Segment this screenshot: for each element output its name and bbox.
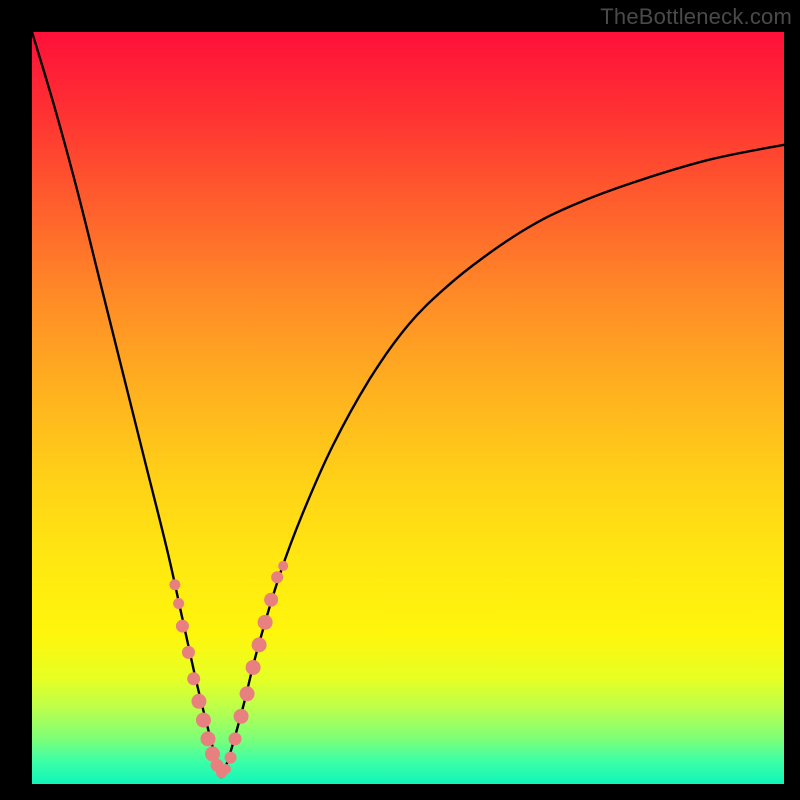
marker-point [182,646,195,659]
marker-point [278,561,288,571]
marker-point [234,709,249,724]
marker-point [169,579,180,590]
marker-point [246,660,261,675]
marker-point [187,672,200,685]
curve-layer [32,32,784,777]
watermark-text: TheBottleneck.com [600,4,792,30]
marker-point [258,615,273,630]
marker-point [200,731,215,746]
chart-frame: TheBottleneck.com [0,0,800,800]
bottleneck-curve [32,32,784,777]
chart-svg [32,32,784,784]
marker-point [176,620,189,633]
marker-point [225,752,237,764]
marker-point [221,764,231,774]
marker-point [196,713,211,728]
marker-point [252,637,267,652]
marker-point [191,694,206,709]
plot-area [32,32,784,784]
marker-layer [169,561,288,778]
marker-point [173,598,184,609]
marker-point [271,571,283,583]
marker-point [240,686,255,701]
marker-point [229,732,242,745]
marker-point [264,593,278,607]
